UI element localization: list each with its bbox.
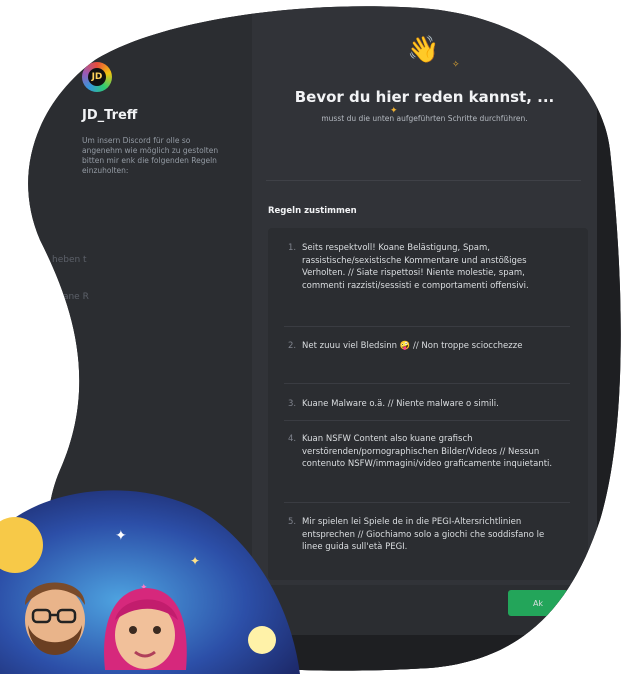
rule-item: 1. Seits respektvoll! Koane Belästigung,… <box>288 242 563 292</box>
sparkle-icon: ✧ <box>452 60 460 70</box>
divider <box>284 502 570 503</box>
rule-text: Mir spielen lei Spiele de in die PEGI-Al… <box>302 517 545 552</box>
divider <box>284 383 570 384</box>
rule-item: 3. Kuane Malware o.ä. // Niente malware … <box>288 398 563 411</box>
server-name: JD_Treff <box>82 108 138 123</box>
onboarding-subtitle: musst du die unten aufgeführten Schritte… <box>321 114 528 123</box>
bearded-avatar <box>25 582 85 655</box>
server-icon[interactable]: JD <box>82 62 112 92</box>
divider <box>266 180 581 181</box>
rule-item: 5. Mir spielen lei Spiele de in die PEGI… <box>288 516 563 554</box>
rule-text: Net zuuu viel Bledsinn 🤪 // Non troppe s… <box>302 341 523 351</box>
sparkle-icon: ✦ <box>115 528 127 544</box>
sparkle-icon: ✦ <box>190 554 200 568</box>
rule-number: 4. <box>288 434 297 444</box>
rule-number: 1. <box>288 243 297 253</box>
background-text: heben t <box>52 255 87 265</box>
rules-heading: Regeln zustimmen <box>268 206 357 216</box>
sun-icon <box>248 626 276 654</box>
divider <box>284 326 570 327</box>
background-text: nse <box>52 308 68 318</box>
rule-item: 4. Kuan NSFW Content also kuane grafisch… <box>288 433 563 471</box>
onboarding-title: Bevor du hier reden kannst, ... <box>294 88 555 106</box>
rule-text: Seits respektvoll! Koane Belästigung, Sp… <box>302 243 529 291</box>
divider <box>284 420 570 421</box>
avatar-artwork: ✦ ✦ ✦ <box>0 490 300 674</box>
waving-hand-icon: 👋 <box>407 35 440 65</box>
rule-number: 3. <box>288 399 297 409</box>
right-gutter <box>597 0 632 674</box>
server-description: Um insern Discord für olle so angenehm w… <box>82 136 219 175</box>
rule-text: Kuan NSFW Content also kuane grafisch ve… <box>302 434 553 469</box>
accept-button[interactable]: Ak <box>508 590 568 616</box>
rule-number: 2. <box>288 341 297 351</box>
rules-list: 1. Seits respektvoll! Koane Belästigung,… <box>268 228 588 580</box>
background-text: Koane R <box>52 292 89 302</box>
rule-text: Kuane Malware o.ä. // Niente malware o s… <box>302 399 499 409</box>
rule-item: 2. Net zuuu viel Bledsinn 🤪 // Non tropp… <box>288 340 563 353</box>
